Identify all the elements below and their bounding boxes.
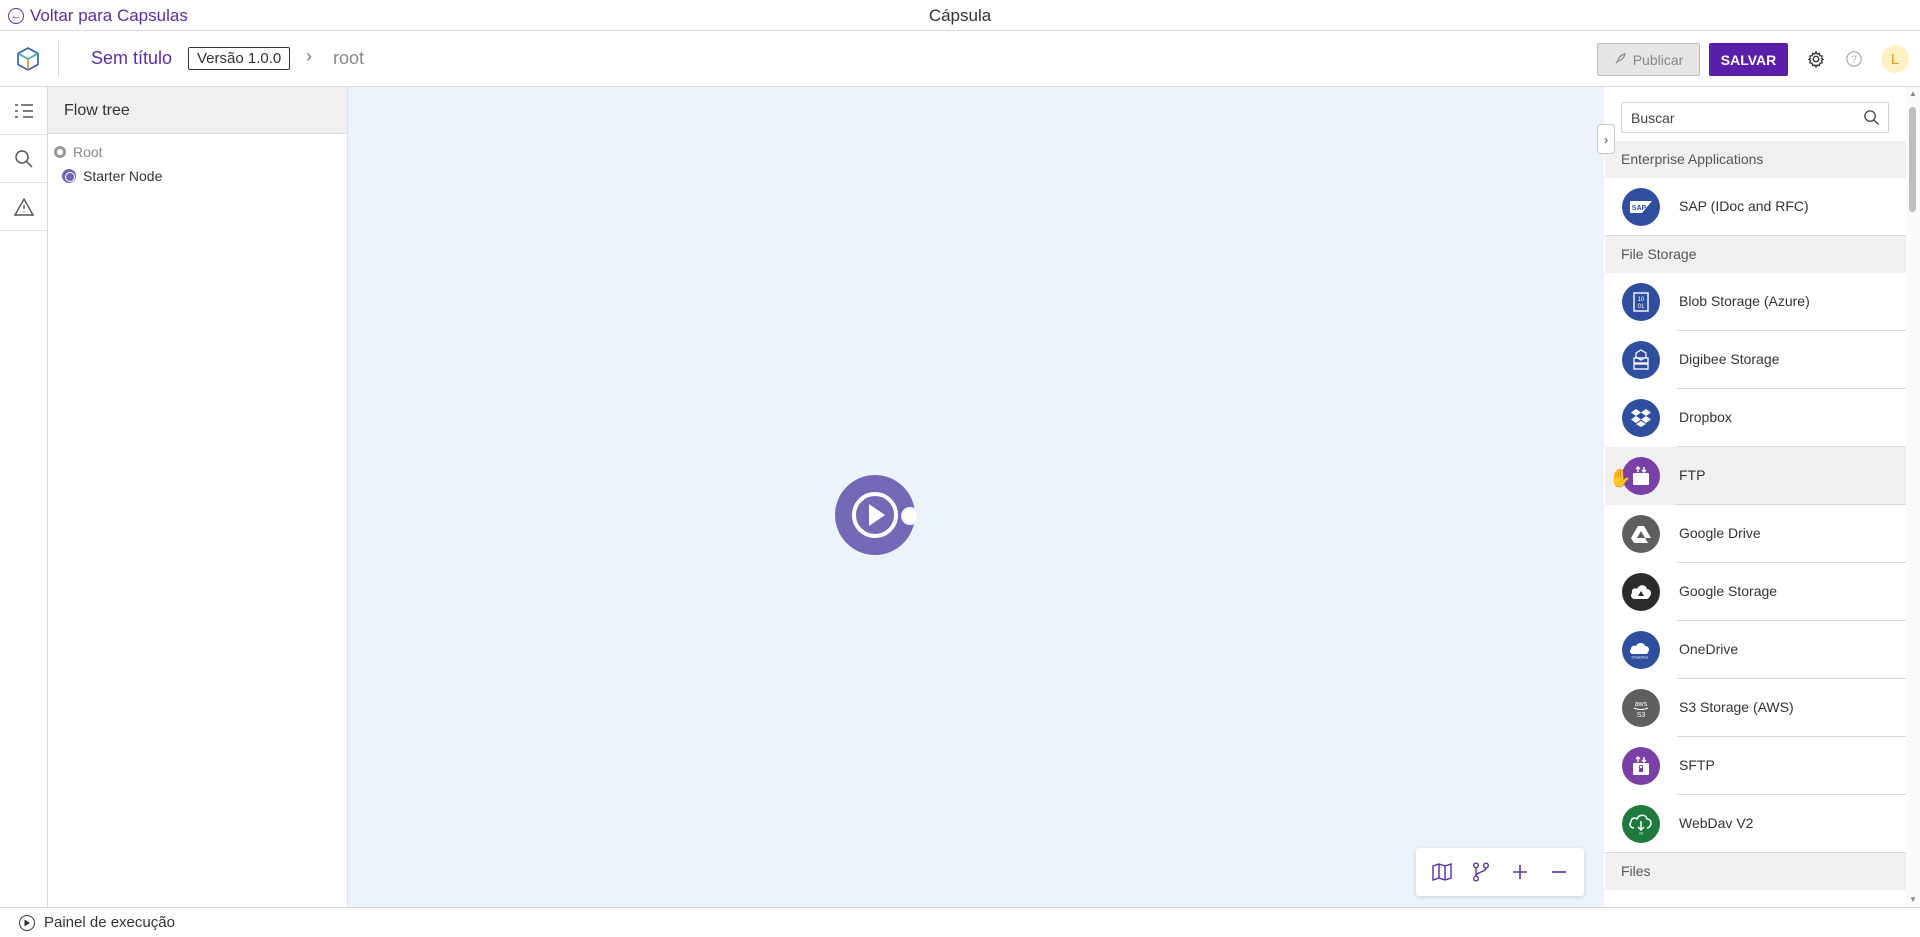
component-item-ftp[interactable]: FTP	[1605, 447, 1906, 505]
app-title: Cápsula	[928, 6, 992, 25]
collapse-panel-button[interactable]: ›	[1597, 124, 1615, 154]
category-header: Files	[1605, 853, 1906, 890]
component-item-blob-storage[interactable]: 10 01 Blob Storage (Azure)	[1605, 273, 1906, 331]
svg-text:OneDrive: OneDrive	[1632, 655, 1650, 660]
category-header: Enterprise Applications	[1605, 141, 1906, 178]
zoom-in-icon[interactable]	[1504, 856, 1536, 888]
component-item-google-storage[interactable]: Google Storage	[1605, 563, 1906, 621]
onedrive-icon: OneDrive	[1622, 631, 1660, 669]
component-label: OneDrive	[1679, 641, 1739, 657]
category-header: File Storage	[1605, 236, 1906, 273]
branch-icon[interactable]	[1465, 856, 1497, 888]
component-label: Google Drive	[1679, 525, 1761, 541]
svg-text:?: ?	[1851, 55, 1857, 66]
top-bar: ← Voltar para Capsulas Cápsula	[0, 0, 1920, 31]
canvas-toolbar	[1416, 848, 1584, 896]
map-icon[interactable]	[1426, 856, 1458, 888]
component-label: Dropbox	[1679, 409, 1732, 425]
component-item-webdav[interactable]: v2 WebDav V2	[1605, 795, 1906, 853]
version-badge[interactable]: Versão 1.0.0	[188, 47, 291, 70]
component-label: SAP (IDoc and RFC)	[1679, 198, 1809, 214]
svg-text:01: 01	[1638, 304, 1645, 310]
components-scrollbar[interactable]: ▲ ▼	[1906, 87, 1920, 907]
component-item-onedrive[interactable]: OneDrive OneDrive	[1605, 621, 1906, 679]
component-item-digibee-storage[interactable]: Digibee Storage	[1605, 331, 1906, 389]
dropbox-icon	[1622, 399, 1660, 437]
scroll-up-icon[interactable]: ▲	[1909, 89, 1917, 98]
webdav-icon: v2	[1622, 805, 1660, 843]
flow-canvas[interactable]	[348, 87, 1604, 907]
svg-text:10: 10	[1638, 297, 1645, 303]
digibee-storage-icon	[1622, 341, 1660, 379]
root-node-icon	[54, 146, 66, 158]
component-label: Blob Storage (Azure)	[1679, 293, 1810, 309]
component-label: S3 Storage (AWS)	[1679, 699, 1794, 715]
left-icon-rail	[0, 87, 48, 907]
components-search-input[interactable]	[1631, 109, 1851, 126]
google-drive-icon	[1622, 515, 1660, 553]
component-label: Google Storage	[1679, 583, 1778, 599]
tree-item-starter-node[interactable]: Starter Node	[62, 168, 162, 184]
tree-item-label: Starter Node	[83, 168, 163, 184]
component-label: Digibee Storage	[1679, 351, 1780, 367]
component-label: FTP	[1679, 467, 1706, 483]
tree-list-icon[interactable]	[0, 87, 47, 135]
chevron-right-icon: ›	[306, 46, 312, 66]
component-label: WebDav V2	[1679, 815, 1754, 831]
flow-tree-panel: Flow tree Root Starter Node	[48, 87, 348, 907]
tree-item-root[interactable]: Root	[54, 144, 103, 160]
search-icon[interactable]	[0, 135, 47, 183]
svg-text:aws: aws	[1635, 701, 1648, 708]
svg-text:S3: S3	[1637, 712, 1646, 719]
svg-text:SAP: SAP	[1632, 205, 1647, 212]
components-search[interactable]	[1621, 102, 1889, 133]
aws-s3-icon: aws S3	[1622, 689, 1660, 727]
zoom-out-icon[interactable]	[1543, 856, 1575, 888]
capsule-name[interactable]: Sem título	[91, 48, 172, 69]
flow-tree-title: Flow tree	[48, 87, 347, 134]
start-node-output-port[interactable]	[901, 507, 919, 525]
warning-icon[interactable]	[0, 183, 47, 231]
component-item-sftp[interactable]: SFTP	[1605, 737, 1906, 795]
editor-header: Sem título Versão 1.0.0 › root Publicar …	[0, 31, 1920, 87]
chevron-right-icon: ›	[1603, 131, 1609, 147]
component-item-s3-storage[interactable]: aws S3 S3 Storage (AWS)	[1605, 679, 1906, 737]
components-list: Enterprise Applications SAP SAP (IDoc an…	[1605, 141, 1906, 907]
tree-item-label: Root	[73, 144, 103, 160]
help-icon[interactable]: ?	[1844, 49, 1864, 69]
gear-icon[interactable]	[1806, 49, 1826, 69]
starter-node-icon	[62, 169, 76, 183]
scroll-down-icon[interactable]: ▼	[1909, 895, 1917, 904]
component-item-dropbox[interactable]: Dropbox	[1605, 389, 1906, 447]
play-icon	[852, 492, 898, 538]
header-divider	[58, 41, 59, 77]
save-button[interactable]: SALVAR	[1709, 43, 1788, 76]
execution-panel-label: Painel de execução	[44, 914, 175, 931]
hand-cursor-icon: ✋	[1609, 468, 1632, 488]
sap-icon: SAP	[1622, 188, 1660, 226]
component-label: SFTP	[1679, 757, 1715, 773]
component-item-sap[interactable]: SAP SAP (IDoc and RFC)	[1605, 178, 1906, 236]
rocket-icon	[1614, 52, 1627, 68]
publish-label: Publicar	[1632, 51, 1684, 68]
user-avatar[interactable]: L	[1881, 45, 1909, 73]
component-item-google-drive[interactable]: Google Drive	[1605, 505, 1906, 563]
execution-panel-bar[interactable]: Painel de execução	[0, 907, 1920, 937]
play-icon	[19, 914, 35, 931]
scrollbar-thumb[interactable]	[1909, 107, 1916, 212]
search-icon[interactable]	[1863, 109, 1880, 131]
publish-button[interactable]: Publicar	[1597, 43, 1700, 76]
breadcrumb-root[interactable]: root	[333, 48, 364, 69]
blob-storage-icon: 10 01	[1622, 283, 1660, 321]
sftp-icon	[1622, 747, 1660, 785]
svg-text:v2: v2	[1639, 831, 1644, 836]
google-storage-icon	[1622, 573, 1660, 611]
cube-logo-icon[interactable]	[14, 45, 42, 73]
